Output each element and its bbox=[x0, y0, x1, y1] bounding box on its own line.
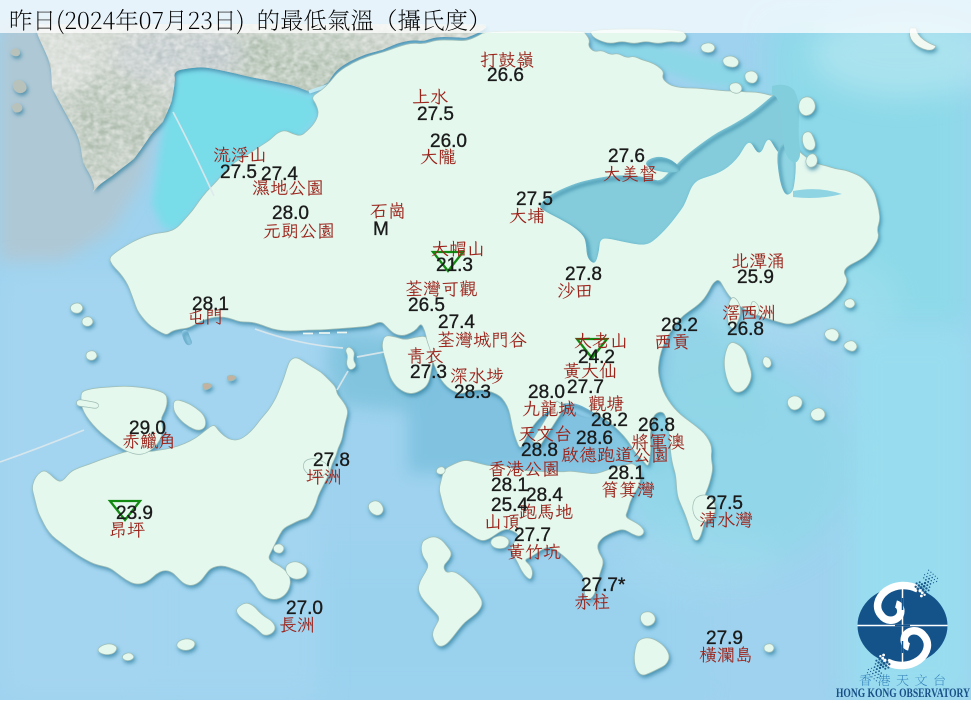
svg-text:28.6: 28.6 bbox=[576, 428, 613, 449]
svg-text:28.1: 28.1 bbox=[608, 463, 645, 484]
svg-text:21.3: 21.3 bbox=[436, 255, 473, 276]
svg-text:M: M bbox=[373, 219, 389, 240]
svg-text:27.7: 27.7 bbox=[567, 377, 604, 398]
svg-text:27.8: 27.8 bbox=[565, 264, 602, 285]
svg-text:23.9: 23.9 bbox=[116, 503, 153, 524]
svg-text:28.4: 28.4 bbox=[526, 485, 563, 506]
svg-text:28.8: 28.8 bbox=[521, 440, 558, 461]
svg-text:27.5: 27.5 bbox=[516, 189, 553, 210]
svg-text:27.7: 27.7 bbox=[514, 525, 551, 546]
svg-text:27.6: 27.6 bbox=[608, 146, 645, 167]
svg-text:HONG KONG OBSERVATORY: HONG KONG OBSERVATORY bbox=[836, 686, 970, 700]
svg-text:28.2: 28.2 bbox=[661, 315, 698, 336]
svg-text:27.7*: 27.7* bbox=[581, 575, 626, 596]
svg-text:27.4: 27.4 bbox=[261, 164, 298, 185]
svg-text:28.1: 28.1 bbox=[192, 294, 229, 315]
svg-text:26.0: 26.0 bbox=[430, 131, 467, 152]
svg-text:25.4: 25.4 bbox=[491, 495, 528, 516]
svg-text:28.0: 28.0 bbox=[272, 203, 309, 224]
svg-text:27.5: 27.5 bbox=[220, 162, 257, 183]
svg-text:25.9: 25.9 bbox=[737, 267, 774, 288]
svg-text:27.5: 27.5 bbox=[706, 493, 743, 514]
svg-text:26.8: 26.8 bbox=[727, 319, 764, 340]
svg-text:27.0: 27.0 bbox=[286, 598, 323, 619]
svg-text:27.4: 27.4 bbox=[438, 312, 475, 333]
svg-text:27.9: 27.9 bbox=[706, 628, 743, 649]
svg-text:27.3: 27.3 bbox=[410, 362, 447, 383]
svg-text:28.1: 28.1 bbox=[491, 475, 528, 496]
svg-text:26.6: 26.6 bbox=[487, 65, 524, 86]
svg-text:28.0: 28.0 bbox=[528, 382, 565, 403]
svg-text:26.8: 26.8 bbox=[638, 415, 675, 436]
svg-text:28.3: 28.3 bbox=[454, 382, 491, 403]
svg-text:27.8: 27.8 bbox=[313, 450, 350, 471]
svg-text:29.0: 29.0 bbox=[129, 418, 166, 439]
svg-text:24.2: 24.2 bbox=[578, 347, 615, 368]
svg-text:27.5: 27.5 bbox=[417, 104, 454, 125]
